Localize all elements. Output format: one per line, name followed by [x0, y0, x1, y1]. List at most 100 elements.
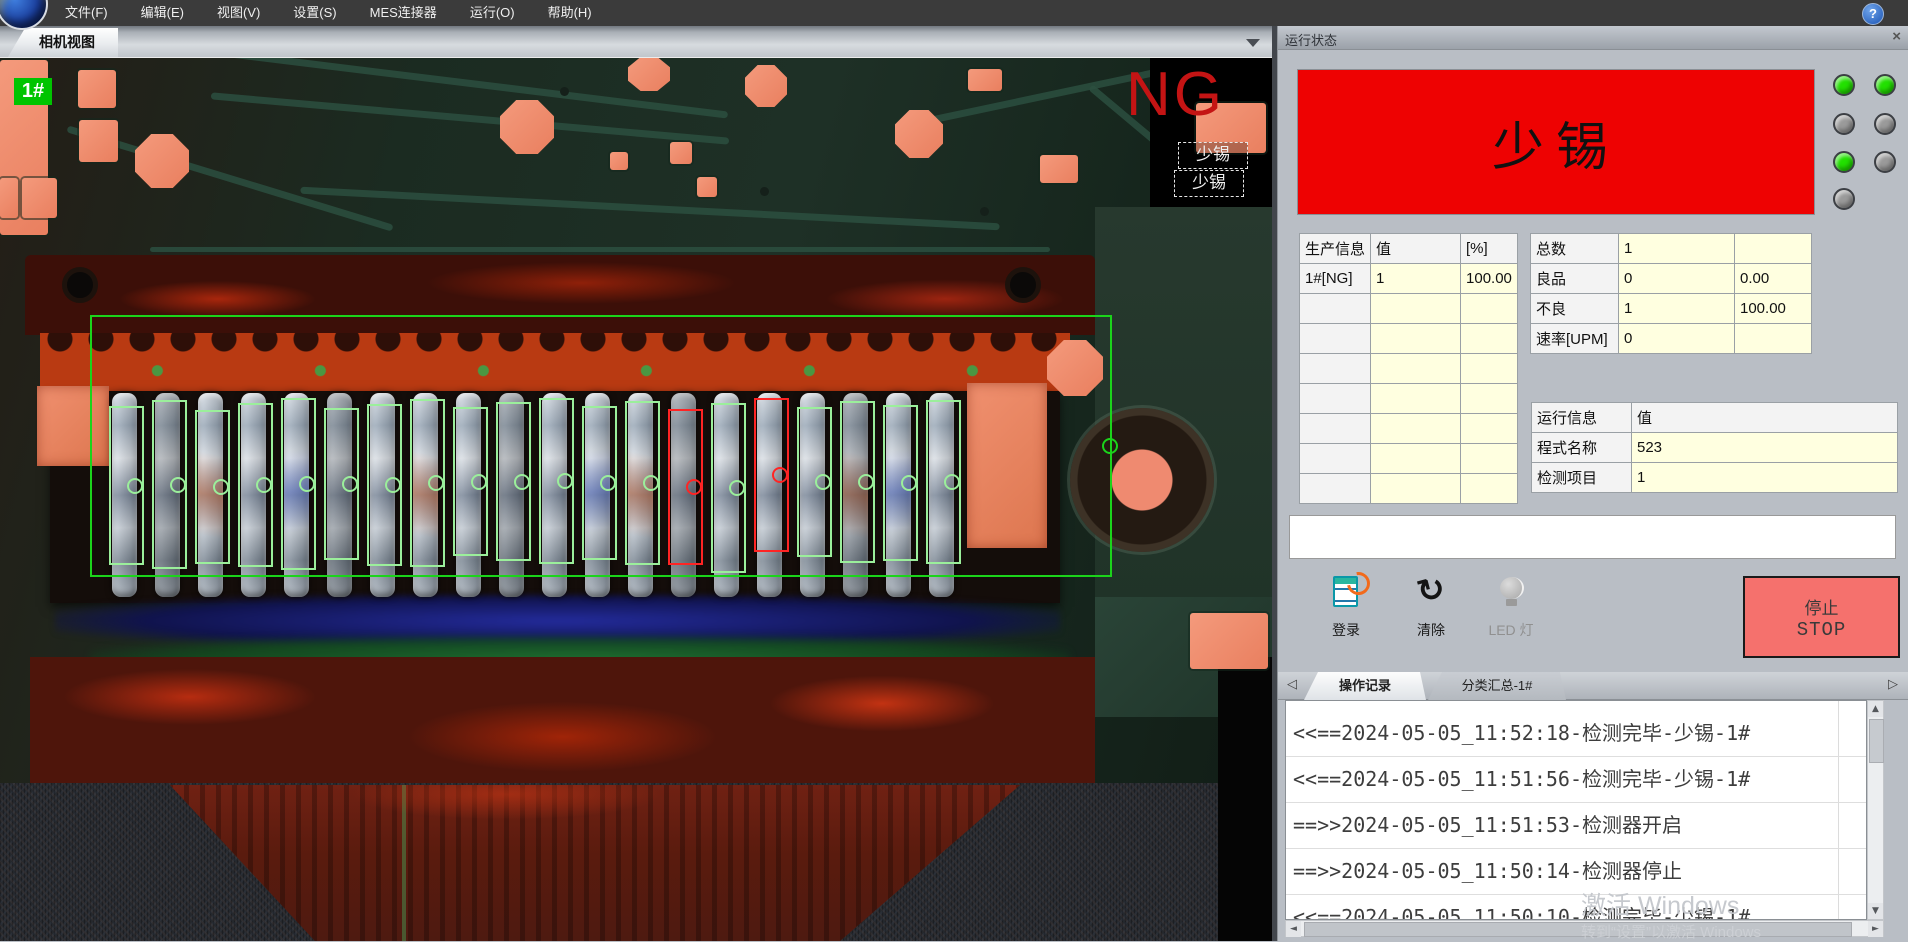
- table-row: [1300, 294, 1518, 324]
- table-value-cell: 523: [1632, 433, 1898, 463]
- reset-arrow-icon: ↻: [1390, 561, 1472, 618]
- tab-scroll-left-icon[interactable]: ◁: [1287, 677, 1297, 692]
- table-value-cell: [1371, 414, 1461, 444]
- vertical-scroll-thumb[interactable]: [1869, 719, 1884, 763]
- windows-activation-watermark: 激活 Windows: [1581, 886, 1739, 922]
- table-value-cell: 100.00: [1461, 264, 1518, 294]
- login-button[interactable]: 登录: [1309, 574, 1383, 640]
- stop-button[interactable]: 停止 STOP: [1743, 576, 1900, 658]
- table-label-cell: [1300, 294, 1371, 324]
- image-shadow-region: [1218, 657, 1272, 941]
- table-label-cell: 1#[NG]: [1300, 264, 1371, 294]
- table-row: [1300, 444, 1518, 474]
- result-overlay-ng: NG: [1126, 59, 1225, 130]
- table-label-cell: 总数: [1531, 234, 1619, 264]
- menu-bar: 文件(F) 编辑(E) 视图(V) 设置(S) MES连接器 运行(O) 帮助(H) ?: [0, 0, 1908, 26]
- scroll-up-icon[interactable]: ▲: [1868, 701, 1883, 717]
- tabstrip-dropdown-icon[interactable]: [1246, 39, 1260, 47]
- tab-operation-log[interactable]: 操作记录: [1304, 672, 1426, 700]
- tab-category-summary[interactable]: 分类汇总-1#: [1428, 672, 1566, 700]
- status-led-off: [1833, 188, 1855, 210]
- table-label-cell: [1300, 474, 1371, 504]
- log-entry: <<==2024-05-05_11:52:18-检测完毕-少锡-1#: [1286, 711, 1866, 757]
- result-banner: 少锡: [1297, 69, 1815, 215]
- clear-button-label: 清除: [1394, 620, 1468, 640]
- scroll-right-icon[interactable]: ►: [1868, 921, 1883, 937]
- stop-button-label-en: STOP: [1797, 619, 1847, 641]
- table-value-cell: [1371, 474, 1461, 504]
- table-value-cell: [1461, 444, 1518, 474]
- table-value-cell: [1461, 354, 1518, 384]
- vertical-scrollbar[interactable]: ▲ ▼: [1867, 700, 1884, 920]
- scroll-left-icon[interactable]: ◄: [1286, 921, 1301, 937]
- camera-tabstrip: 相机视图: [0, 26, 1272, 58]
- scroll-down-icon[interactable]: ▼: [1868, 903, 1883, 919]
- table-label-cell: [1300, 444, 1371, 474]
- led-light-button-label: LED 灯: [1474, 620, 1548, 640]
- table-value-cell: 1: [1619, 234, 1735, 264]
- table-value-cell: [1735, 234, 1812, 264]
- menu-item-3[interactable]: 视图(V): [214, 0, 263, 26]
- table-header-cell: 值: [1632, 403, 1898, 433]
- menu-item-5[interactable]: MES连接器: [367, 0, 440, 26]
- panel-title: 运行状态: [1285, 30, 1337, 49]
- table-header-row: 生产信息值[%]: [1300, 234, 1518, 264]
- status-led-on: [1874, 74, 1896, 96]
- app-logo-icon: [0, 0, 48, 30]
- help-icon[interactable]: ?: [1862, 3, 1884, 25]
- menu-item-2[interactable]: 编辑(E): [138, 0, 187, 26]
- run-info-table: 运行信息值程式名称523检测项目1: [1531, 402, 1898, 493]
- camera-view: 1# NG 少锡 少锡: [0, 57, 1272, 941]
- table-label-cell: [1300, 414, 1371, 444]
- menu-item-7[interactable]: 帮助(H): [545, 0, 595, 26]
- log-entry: <<==2024-05-05_11:50:10-检测完毕-少锡-1#: [1286, 895, 1866, 920]
- table-value-cell: [1371, 324, 1461, 354]
- table-row: 速率[UPM]0: [1531, 324, 1812, 354]
- table-value-cell: 1: [1619, 294, 1735, 324]
- table-label-cell: 速率[UPM]: [1531, 324, 1619, 354]
- table-value-cell: [1371, 444, 1461, 474]
- table-header-row: 运行信息值: [1532, 403, 1898, 433]
- horizontal-scroll-thumb[interactable]: [1304, 922, 1852, 937]
- led-light-button[interactable]: LED 灯: [1474, 574, 1548, 640]
- table-row: 检测项目1: [1532, 463, 1898, 493]
- login-button-label: 登录: [1309, 620, 1383, 640]
- close-icon[interactable]: ×: [1892, 28, 1901, 45]
- counters-table: 总数1良品00.00 不良1100.00速率[UPM]0: [1530, 233, 1812, 354]
- table-value-cell: 0.00: [1735, 264, 1812, 294]
- defect-label: 少锡: [1178, 142, 1248, 169]
- panel-titlebar[interactable]: 运行状态 ×: [1278, 26, 1908, 50]
- pane-splitter[interactable]: [1272, 26, 1277, 941]
- tab-camera-view[interactable]: 相机视图: [8, 28, 118, 57]
- table-row: [1300, 474, 1518, 504]
- operation-log-list: <<==2024-05-05_11:52:18-检测完毕-少锡-1# <<==20…: [1285, 700, 1867, 920]
- table-value-cell: 1: [1371, 264, 1461, 294]
- table-value-cell: 100.00: [1735, 294, 1812, 324]
- inspection-roi-box: [90, 315, 1112, 577]
- table-label-cell: [1300, 354, 1371, 384]
- table-header-cell: [%]: [1461, 234, 1518, 264]
- table-value-cell: [1461, 384, 1518, 414]
- tab-scroll-right-icon[interactable]: ▷: [1888, 677, 1898, 692]
- status-led-on: [1833, 74, 1855, 96]
- table-value-cell: 0: [1619, 264, 1735, 294]
- table-value-cell: [1371, 354, 1461, 384]
- menu-item-4[interactable]: 设置(S): [290, 0, 339, 26]
- table-row: [1300, 414, 1518, 444]
- log-tabstrip: ◁ 操作记录 分类汇总-1# ▷: [1278, 672, 1908, 700]
- menu-item-1[interactable]: 文件(F): [62, 0, 111, 26]
- production-info-table: 生产信息值[%]1#[NG]1100.00: [1299, 233, 1518, 504]
- defect-label: 少锡: [1174, 170, 1244, 197]
- message-box[interactable]: [1289, 515, 1896, 559]
- table-label-cell: 不良: [1531, 294, 1619, 324]
- menu-item-6[interactable]: 运行(O): [467, 0, 518, 26]
- status-led-on: [1833, 151, 1855, 173]
- status-led-off: [1874, 113, 1896, 135]
- table-row: [1300, 354, 1518, 384]
- table-value-cell: 1: [1632, 463, 1898, 493]
- table-label-cell: 良品: [1531, 264, 1619, 294]
- table-row: [1300, 324, 1518, 354]
- table-value-cell: [1461, 474, 1518, 504]
- table-label-cell: 检测项目: [1532, 463, 1632, 493]
- clear-button[interactable]: ↻ 清除: [1394, 574, 1468, 640]
